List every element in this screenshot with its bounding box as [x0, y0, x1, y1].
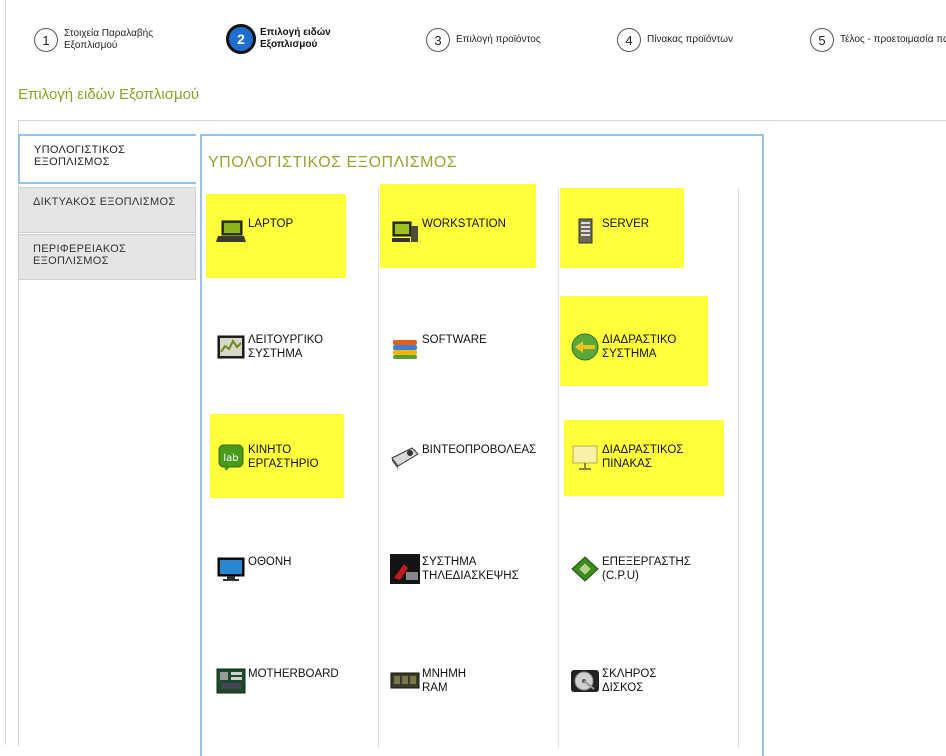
motherboard-icon [216, 666, 246, 696]
equipment-panel: ΥΠΟΛΟΓΙΣΤΙΚΟΣ ΕΞΟΠΛΙΣΜΟΣ LAPTOP WORKSTATI… [200, 134, 764, 756]
projector-icon [390, 442, 420, 472]
laptop-icon [216, 216, 246, 246]
monitor-icon [216, 554, 246, 584]
equipment-item-label: ΜΝΗΜΗ RAM [422, 668, 467, 694]
equipment-item-label: WORKSTATION [422, 218, 506, 230]
svg-text:lab: lab [223, 453, 238, 464]
equipment-item-label: ΕΠΕΞΕΡΓΑΣΤΗΣ (C.P.U) [602, 556, 691, 582]
equipment-item-label: ΚΙΝΗΤΟ ΕΡΓΑΣΤΗΡΙΟ [248, 444, 319, 470]
equipment-item-label: SOFTWARE [422, 334, 487, 346]
equipment-item-label: SERVER [602, 218, 650, 230]
cpu-icon [570, 554, 600, 584]
equipment-item-label: ΣΥΣΤΗΜΑ ΤΗΛΕΔΙΑΣΚΕΨΗΣ [422, 556, 519, 582]
tab-label: ΔΙΚΤΥΑΚΟΣ ΕΞΟΠΛΙΣΜΟΣ [33, 196, 176, 208]
interactive-system-icon [570, 332, 600, 362]
page-title: Επιλογή ειδών Εξοπλισμού [18, 86, 200, 103]
equipment-item[interactable]: SERVER [570, 216, 649, 246]
software-icon [390, 332, 420, 362]
grid-divider [558, 188, 559, 748]
tab-computing-equipment[interactable]: ΥΠΟΛΟΓΙΣΤΙΚΟΣ ΕΞΟΠΛΙΣΜΟΣ [18, 134, 196, 184]
equipment-item[interactable]: MOTHERBOARD [216, 666, 339, 696]
equipment-item[interactable]: LAPTOP [216, 216, 293, 246]
equipment-item-label: ΛΕΙΤΟΥΡΓΙΚΟ ΣΥΣΤΗΜΑ [248, 334, 324, 360]
tab-peripheral-equipment[interactable]: ΠΕΡΙΦΕΡΕΙΑΚΟΣ ΕΞΟΠΛΙΣΜΟΣ [18, 234, 196, 280]
wizard-step-3[interactable]: 3 Επιλογή προϊόντος [426, 28, 576, 52]
equipment-item-label: ΣΚΛΗΡΟΣ ΔΙΣΚΟΣ [602, 668, 657, 694]
equipment-item[interactable]: ΟΘΟΝΗ [216, 554, 291, 584]
equipment-item-label: ΔΙΑΔΡΑΣΤΙΚΟ ΣΥΣΤΗΜΑ [602, 334, 677, 360]
equipment-item[interactable]: ΜΝΗΜΗ RAM [390, 666, 466, 696]
step-number: 5 [810, 28, 834, 52]
equipment-item[interactable]: WORKSTATION [390, 216, 506, 246]
equipment-item[interactable]: ΔΙΑΔΡΑΣΤΙΚΟΣ ΠΙΝΑΚΑΣ [570, 442, 683, 472]
operating-system-icon [216, 332, 246, 362]
step-number: 2 [226, 24, 256, 54]
panel-title: ΥΠΟΛΟΓΙΣΤΙΚΟΣ ΕΞΟΠΛΙΣΜΟΣ [208, 154, 458, 171]
equipment-item[interactable]: ΛΕΙΤΟΥΡΓΙΚΟ ΣΥΣΤΗΜΑ [216, 332, 323, 362]
wizard-step-5[interactable]: 5 Τέλος - προετοιμασία παραλαβής [810, 28, 946, 52]
tab-label: ΠΕΡΙΦΕΡΕΙΑΚΟΣ ΕΞΟΠΛΙΣΜΟΣ [33, 243, 127, 267]
equipment-item-label: MOTHERBOARD [248, 668, 339, 680]
wizard-steps: 1 Στοιχεία Παραλαβής Εξοπλισμού 2 Επιλογ… [0, 24, 946, 64]
grid-divider [738, 188, 739, 748]
equipment-item-label: ΔΙΑΔΡΑΣΤΙΚΟΣ ΠΙΝΑΚΑΣ [602, 444, 684, 470]
equipment-item-label: LAPTOP [248, 218, 294, 230]
step-label: Επιλογή ειδών Εξοπλισμού [260, 27, 331, 50]
step-label: Πίνακας προϊόντων [647, 34, 734, 45]
step-label: Επιλογή προϊόντος [456, 34, 541, 45]
equipment-item[interactable]: ΣΚΛΗΡΟΣ ΔΙΣΚΟΣ [570, 666, 657, 696]
grid-divider [378, 188, 379, 748]
equipment-item[interactable]: lab ΚΙΝΗΤΟ ΕΡΓΑΣΤΗΡΙΟ [216, 442, 319, 472]
wizard-step-4[interactable]: 4 Πίνακας προϊόντων [617, 28, 767, 52]
workstation-icon [390, 216, 420, 246]
tab-network-equipment[interactable]: ΔΙΚΤΥΑΚΟΣ ΕΞΟΠΛΙΣΜΟΣ [18, 187, 196, 233]
ram-icon [390, 666, 420, 696]
equipment-item[interactable]: ΒΙΝΤΕΟΠΡΟΒΟΛΕΑΣ [390, 442, 536, 472]
equipment-item-label: ΒΙΝΤΕΟΠΡΟΒΟΛΕΑΣ [422, 444, 537, 456]
teleconference-icon [390, 554, 420, 584]
hard-disk-icon [570, 666, 600, 696]
interactive-board-icon [570, 442, 600, 472]
equipment-item[interactable]: ΔΙΑΔΡΑΣΤΙΚΟ ΣΥΣΤΗΜΑ [570, 332, 676, 362]
equipment-item-label: ΟΘΟΝΗ [248, 556, 292, 568]
equipment-item[interactable]: SOFTWARE [390, 332, 487, 362]
equipment-item[interactable]: ΣΥΣΤΗΜΑ ΤΗΛΕΔΙΑΣΚΕΨΗΣ [390, 554, 519, 584]
server-icon [570, 216, 600, 246]
step-number: 1 [34, 28, 58, 52]
step-number: 4 [617, 28, 641, 52]
tab-label: ΥΠΟΛΟΓΙΣΤΙΚΟΣ ΕΞΟΠΛΙΣΜΟΣ [34, 144, 126, 168]
step-label: Τέλος - προετοιμασία παραλαβής [840, 34, 946, 45]
step-label: Στοιχεία Παραλαβής Εξοπλισμού [64, 28, 154, 51]
step-number: 3 [426, 28, 450, 52]
wizard-step-1[interactable]: 1 Στοιχεία Παραλαβής Εξοπλισμού [34, 28, 164, 52]
equipment-item[interactable]: ΕΠΕΞΕΡΓΑΣΤΗΣ (C.P.U) [570, 554, 691, 584]
mobile-lab-icon: lab [216, 442, 246, 472]
wizard-step-2[interactable]: 2 Επιλογή ειδών Εξοπλισμού [226, 24, 350, 54]
